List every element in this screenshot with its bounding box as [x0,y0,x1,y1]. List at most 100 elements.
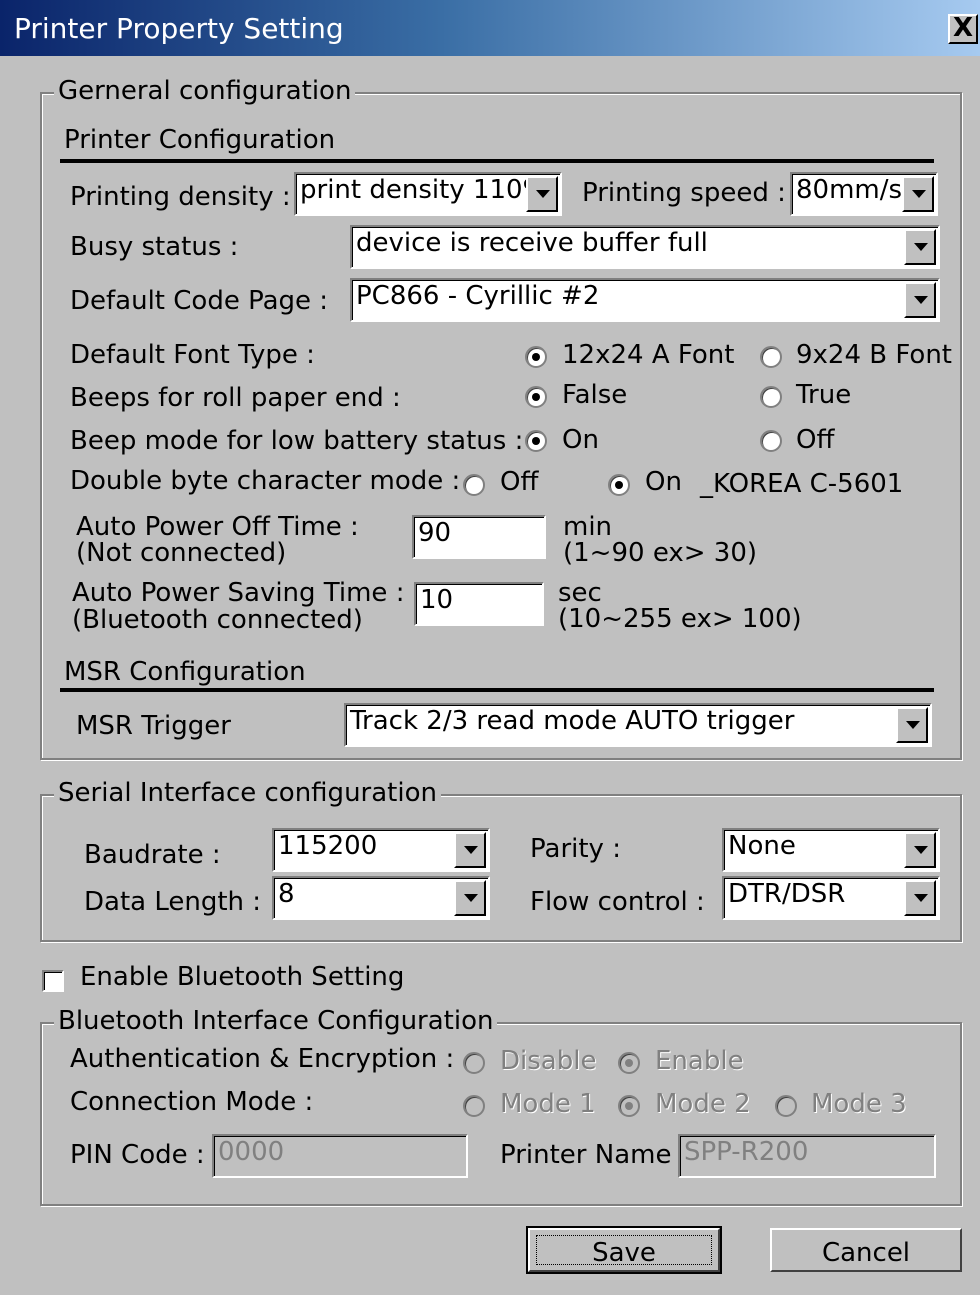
dbcs-off-radio[interactable] [463,474,485,496]
auto-power-off-range: (1~90 ex> 30) [563,538,758,568]
beep-battery-label: Beep mode for low battery status : [70,426,524,456]
flow-control-value: DTR/DSR [728,879,846,909]
chevron-down-icon[interactable] [526,176,558,212]
dbcs-off-label: Off [500,467,539,497]
auth-enable-radio[interactable] [618,1052,640,1074]
beep-roll-label: Beeps for roll paper end : [70,383,401,413]
mode1-label: Mode 1 [500,1089,596,1119]
parity-value: None [728,831,796,861]
cancel-button-label: Cancel [821,1238,911,1268]
cancel-button[interactable]: Cancel [770,1228,962,1272]
auto-power-saving-sublabel: (Bluetooth connected) [72,605,363,635]
mode2-label: Mode 2 [655,1089,751,1119]
baudrate-select[interactable]: 115200 [272,828,490,872]
beep-roll-false-radio[interactable] [525,386,547,408]
baudrate-label: Baudrate : [84,840,221,870]
dbcs-label: Double byte character mode : [70,466,461,496]
flow-control-label: Flow control : [530,887,705,917]
font-a-radio[interactable] [525,346,547,368]
msr-config-separator [60,688,934,692]
pin-code-value: 0000 [218,1137,285,1167]
beep-battery-on-radio[interactable] [525,430,547,452]
font-type-label: Default Font Type : [70,340,315,370]
printer-name-label: Printer Name [500,1140,672,1170]
chevron-down-icon[interactable] [896,707,928,743]
pin-code-input[interactable]: 0000 [212,1134,468,1178]
data-length-label: Data Length : [84,887,262,917]
auth-disable-radio[interactable] [463,1052,485,1074]
chevron-down-icon[interactable] [902,176,934,212]
dbcs-charset-label: _KOREA C-5601 [700,469,904,499]
mode1-radio[interactable] [463,1095,485,1117]
printing-density-label: Printing density : [70,182,291,212]
code-page-select[interactable]: PC866 - Cyrillic #2 [350,278,940,322]
auto-power-off-value: 90 [418,518,452,548]
bluetooth-config-legend: Bluetooth Interface Configuration [54,1006,498,1036]
msr-trigger-value: Track 2/3 read mode AUTO trigger [350,706,795,736]
chevron-down-icon[interactable] [904,832,936,868]
auto-power-saving-label: Auto Power Saving Time : [72,578,405,608]
printer-name-input[interactable]: SPP-R200 [678,1134,936,1178]
auth-disable-label: Disable [500,1046,597,1076]
auto-power-off-sublabel: (Not connected) [76,538,287,568]
auth-enable-label: Enable [655,1046,744,1076]
enable-bluetooth-checkbox[interactable] [42,970,64,992]
baudrate-value: 115200 [278,831,378,861]
font-b-radio[interactable] [760,346,782,368]
connection-mode-label: Connection Mode : [70,1087,314,1117]
parity-label: Parity : [530,834,621,864]
printing-density-select[interactable]: print density 110% [294,172,562,216]
printer-config-heading: Printer Configuration [64,125,336,155]
msr-trigger-select[interactable]: Track 2/3 read mode AUTO trigger [344,703,932,747]
printing-speed-value: 80mm/s [796,175,903,205]
beep-battery-on-label: On [562,425,599,455]
beep-roll-false-label: False [562,380,628,410]
pin-code-label: PIN Code : [70,1140,205,1170]
save-button-label: Save [592,1238,656,1268]
window-title: Printer Property Setting [14,12,344,45]
enable-bluetooth-label: Enable Bluetooth Setting [80,962,405,992]
authentication-label: Authentication & Encryption : [70,1044,455,1074]
beep-battery-off-radio[interactable] [760,430,782,452]
font-b-label: 9x24 B Font [796,340,952,370]
chevron-down-icon[interactable] [454,880,486,916]
close-icon: X [952,13,974,43]
printer-config-separator [60,159,934,163]
serial-config-legend: Serial Interface configuration [54,778,441,808]
code-page-value: PC866 - Cyrillic #2 [356,281,600,311]
msr-trigger-label: MSR Trigger [76,711,231,741]
dbcs-on-radio[interactable] [608,474,630,496]
printing-speed-label: Printing speed : [582,178,786,208]
mode2-radio[interactable] [618,1095,640,1117]
chevron-down-icon[interactable] [904,282,936,318]
auto-power-saving-value: 10 [420,585,454,615]
auto-power-off-input[interactable]: 90 [412,515,546,559]
auto-power-saving-input[interactable]: 10 [414,582,544,626]
dbcs-on-label: On [645,467,682,497]
printing-speed-select[interactable]: 80mm/s [790,172,938,216]
mode3-radio[interactable] [775,1095,797,1117]
chevron-down-icon[interactable] [904,880,936,916]
data-length-value: 8 [278,879,295,909]
beep-roll-true-radio[interactable] [760,386,782,408]
close-button[interactable]: X [948,14,978,44]
auto-power-saving-range: (10~255 ex> 100) [558,604,802,634]
data-length-select[interactable]: 8 [272,876,490,920]
code-page-label: Default Code Page : [70,286,329,316]
beep-roll-true-label: True [796,380,852,410]
busy-status-select[interactable]: device is receive buffer full [350,225,940,269]
font-a-label: 12x24 A Font [562,340,735,370]
title-bar: Printer Property Setting X [0,0,980,56]
busy-status-label: Busy status : [70,232,239,262]
beep-battery-off-label: Off [796,425,835,455]
chevron-down-icon[interactable] [904,229,936,265]
chevron-down-icon[interactable] [454,832,486,868]
flow-control-select[interactable]: DTR/DSR [722,876,940,920]
busy-status-value: device is receive buffer full [356,228,708,258]
msr-config-heading: MSR Configuration [64,657,306,687]
parity-select[interactable]: None [722,828,940,872]
printing-density-value: print density 110% [300,175,548,205]
save-button[interactable]: Save [526,1226,722,1274]
mode3-label: Mode 3 [811,1089,907,1119]
general-config-legend: Gerneral configuration [54,76,356,106]
